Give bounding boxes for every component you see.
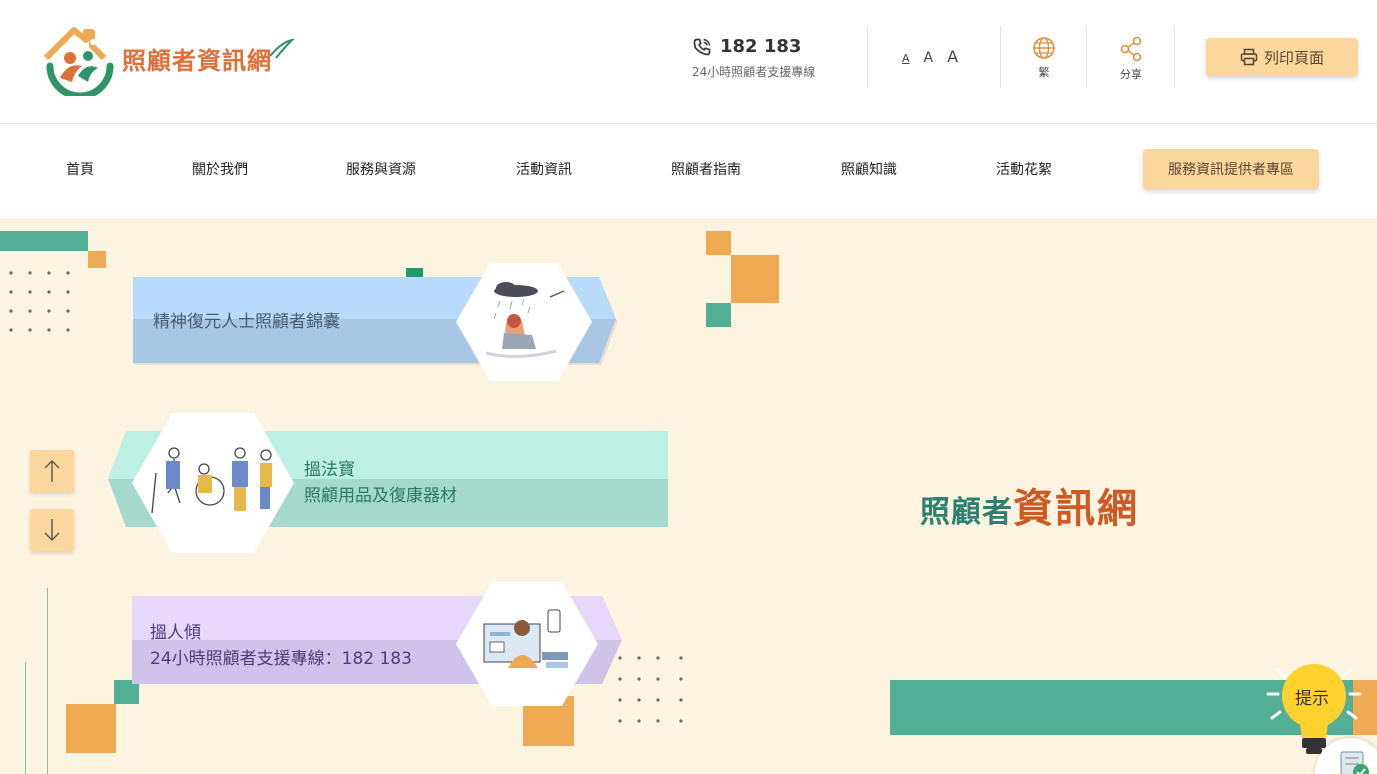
deco-orange-square <box>731 255 779 303</box>
document-check-icon <box>1340 751 1369 774</box>
phone-icon <box>693 38 711 55</box>
header-divider <box>1000 26 1001 88</box>
nav-item-about[interactable]: 關於我們 <box>192 159 248 179</box>
scroll-up-button[interactable] <box>30 450 74 492</box>
nav-item-knowledge[interactable]: 照顧知識 <box>841 159 897 179</box>
hero-section: 精神復元人士照顧者錦囊 搵法寶 照顧用品及復康器材 搵人傾 24小時照顧者支援專… <box>0 218 1377 774</box>
hotline-caption: 24小時照顧者支援專線 <box>692 65 816 79</box>
header-divider <box>867 26 868 88</box>
language-label: 繁 <box>1038 66 1050 79</box>
font-size-controls: A A A <box>902 47 958 66</box>
nav-item-gallery[interactable]: 活動花絮 <box>996 159 1052 179</box>
deco-teal-bar <box>0 231 88 251</box>
logo-mark-icon <box>43 27 114 96</box>
globe-icon <box>1033 37 1055 59</box>
language-button[interactable]: 繁 <box>1014 36 1074 80</box>
hint-label[interactable]: 提示 <box>1280 684 1344 709</box>
font-size-large-button[interactable]: A <box>947 47 958 66</box>
document-check-button[interactable] <box>1315 738 1377 774</box>
card-care-products[interactable]: 搵法寶 照顧用品及復康器材 <box>106 413 670 553</box>
deco-dot-grid <box>9 271 70 332</box>
print-label: 列印頁面 <box>1263 48 1324 67</box>
header-divider <box>1174 26 1175 88</box>
deco-orange-square <box>88 251 106 268</box>
card-mental-recovery-guide[interactable]: 精神復元人士照顧者錦囊 <box>131 263 618 381</box>
hotline-number: 182 183 <box>720 36 802 57</box>
nav-item-services[interactable]: 服務與資源 <box>346 159 416 179</box>
person-in-rain-illustration <box>456 263 592 381</box>
deco-orange-square <box>706 231 731 255</box>
font-size-medium-button[interactable]: A <box>924 50 934 66</box>
site-title: 照顧者 資訊網 <box>920 476 1139 534</box>
logo-text: 照顧者資訊網 <box>122 46 272 75</box>
provider-zone-button[interactable]: 服務資訊提供者專區 <box>1143 149 1319 189</box>
site-logo[interactable]: 照顧者資訊網 <box>38 18 294 96</box>
arrow-up-icon <box>44 460 60 482</box>
main-nav: 首頁 關於我們 服務與資源 活動資訊 照顧者指南 照顧知識 活動花絮 服務資訊提… <box>0 125 1377 217</box>
site-title-part2: 資訊網 <box>1013 486 1139 532</box>
deco-dot-grid <box>618 656 683 723</box>
card-talk-to-someone[interactable]: 搵人傾 24小時照顧者支援專線：182 183 <box>130 582 624 706</box>
deco-orange-square <box>66 704 116 753</box>
card-title: 搵法寶 <box>304 460 355 480</box>
print-page-button[interactable]: 列印頁面 <box>1206 38 1358 76</box>
rehab-equipment-illustration <box>132 413 294 553</box>
nav-item-guide[interactable]: 照顧者指南 <box>671 159 741 179</box>
deco-line <box>25 662 26 774</box>
site-title-part1: 照顧者 <box>920 495 1013 530</box>
share-button[interactable]: 分享 <box>1101 36 1161 82</box>
hotline-number-row: 182 183 <box>692 36 815 57</box>
share-icon <box>1120 36 1142 62</box>
hotline-block[interactable]: 182 183 24小時照顧者支援專線 <box>692 36 815 80</box>
font-size-small-button[interactable]: A <box>902 52 910 65</box>
header-divider <box>1086 26 1087 88</box>
deco-teal-square <box>706 303 731 327</box>
phone-support-illustration <box>456 582 598 706</box>
nav-item-events[interactable]: 活動資訊 <box>516 159 572 179</box>
card-title: 精神復元人士照顧者錦囊 <box>153 312 340 332</box>
deco-line <box>47 588 48 774</box>
share-label: 分享 <box>1120 68 1142 81</box>
scroll-down-button[interactable] <box>30 509 74 551</box>
arrow-down-icon <box>44 519 60 541</box>
nav-item-home[interactable]: 首頁 <box>66 159 94 179</box>
printer-icon <box>1240 48 1258 66</box>
card-subtitle: 照顧用品及復康器材 <box>304 486 457 506</box>
site-header: 照顧者資訊網 182 183 24小時照顧者支援專線 A A A 繁 分享 列印… <box>0 0 1377 124</box>
card-title: 搵人傾 <box>150 623 201 643</box>
card-subtitle: 24小時照顧者支援專線：182 183 <box>150 649 412 669</box>
